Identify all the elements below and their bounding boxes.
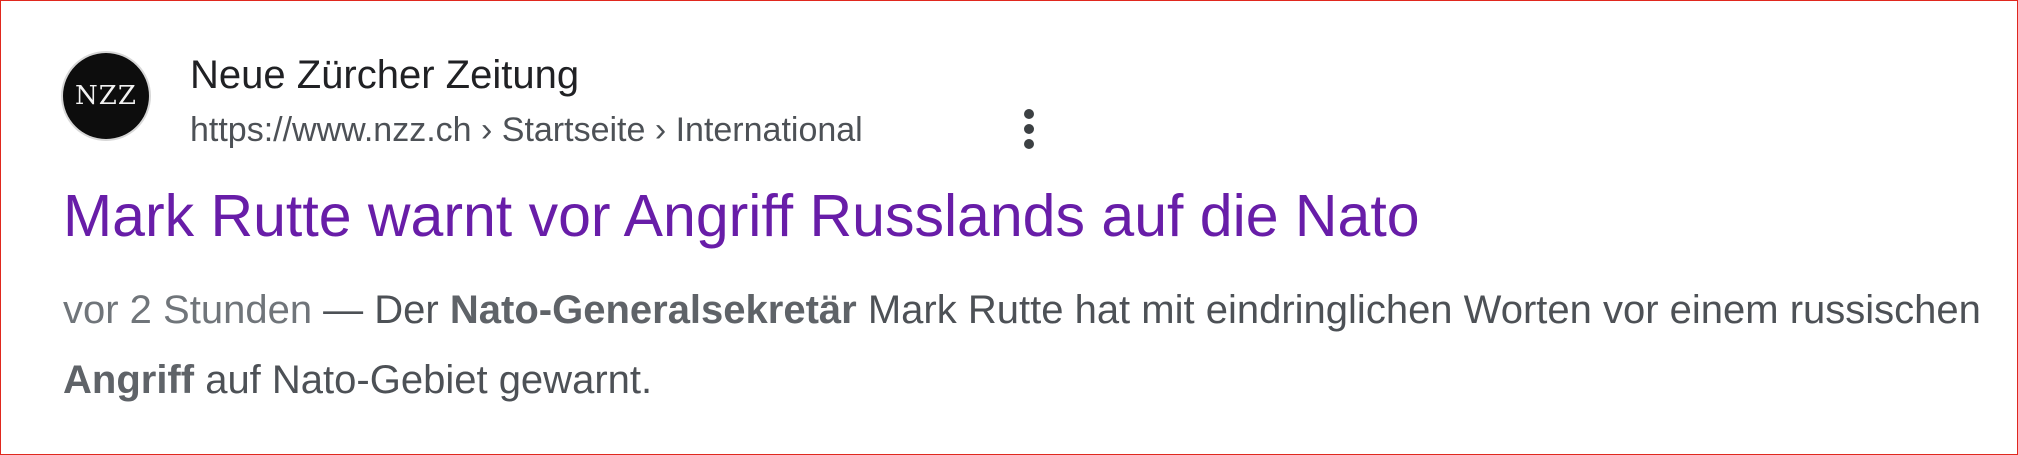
result-url-breadcrumb[interactable]: https://www.nzz.ch › Startseite › Intern… — [190, 109, 863, 151]
favicon-text: NZZ — [75, 81, 137, 111]
snippet-separator: — — [312, 288, 375, 332]
three-dots-vertical-icon — [1024, 109, 1034, 149]
search-result: NZZ Neue Zürcher Zeitung https://www.nzz… — [63, 51, 1983, 402]
site-name[interactable]: Neue Zürcher Zeitung — [190, 51, 579, 99]
snippet-highlight-2: Angriff — [63, 358, 195, 402]
screenshot-frame: NZZ Neue Zürcher Zeitung https://www.nzz… — [0, 0, 2018, 455]
snippet-text-2: Mark Rutte hat mit eindringlichen Worten… — [856, 288, 1981, 332]
snippet-highlight-1: Nato-Generalsekretär — [449, 288, 857, 332]
snippet-text-1: Der — [374, 288, 450, 332]
result-title-link[interactable]: Mark Rutte warnt vor Angriff Russlands a… — [63, 181, 1420, 251]
more-options-button[interactable] — [1014, 106, 1044, 152]
result-snippet: vor 2 Stunden — Der Nato-Generalsekretär… — [63, 275, 1983, 415]
snippet-text-3: auf Nato-Gebiet gewarnt. — [194, 358, 653, 402]
nzz-favicon-icon[interactable]: NZZ — [63, 53, 149, 139]
snippet-date: vor 2 Stunden — [63, 288, 313, 332]
result-source-row[interactable]: NZZ Neue Zürcher Zeitung https://www.nzz… — [63, 51, 1983, 155]
